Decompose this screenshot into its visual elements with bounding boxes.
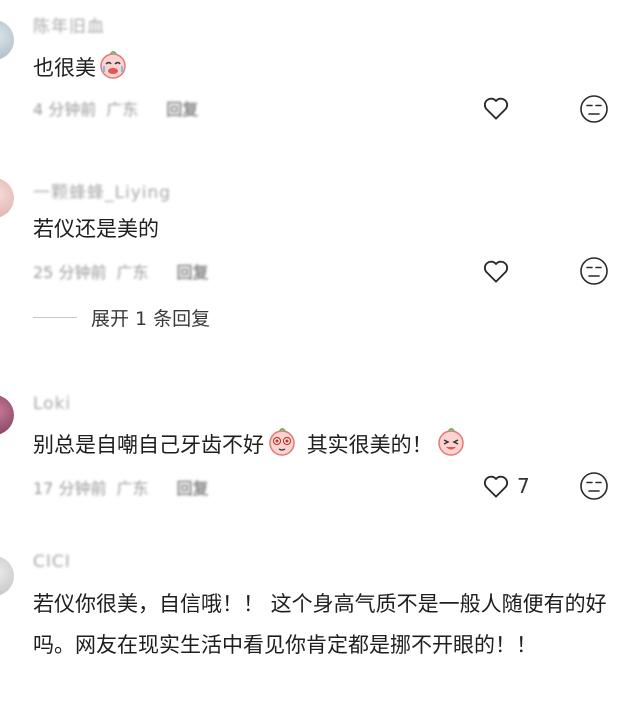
comment-text: 也很美 xyxy=(33,50,130,88)
neutral-face-icon xyxy=(580,95,608,123)
heart-outline-icon xyxy=(483,475,509,498)
comment-text: 若仪还是美的 xyxy=(33,217,159,241)
comment-username[interactable]: 一颗蜂蜂_Liying xyxy=(33,178,171,203)
divider xyxy=(33,317,77,318)
comment-time: 4 分钟前 xyxy=(33,100,97,119)
heart-outline-icon xyxy=(483,260,509,283)
neutral-face-icon xyxy=(580,472,608,500)
like-button[interactable] xyxy=(481,256,511,286)
reply-link[interactable]: 回复 xyxy=(176,475,208,499)
dislike-button[interactable] xyxy=(578,93,610,125)
laughing-emoji-icon xyxy=(435,426,467,466)
avatar[interactable] xyxy=(0,395,14,435)
comment-location: 广东 xyxy=(106,100,139,119)
crying-laugh-emoji-icon xyxy=(98,50,128,88)
comment-time: 17 分钟前 xyxy=(33,479,107,498)
like-count: 7 xyxy=(517,474,530,498)
comment-location: 广东 xyxy=(116,479,149,498)
comment-time: 25 分钟前 xyxy=(33,263,107,282)
avatar[interactable] xyxy=(0,556,14,596)
like-button[interactable]: 7 xyxy=(481,471,530,501)
reply-link[interactable]: 回复 xyxy=(176,259,208,283)
comment-username[interactable]: Loki xyxy=(33,394,71,414)
comment-text: 若仪你很美，自信哦！！ 这个身高气质不是一般人随便有的好吗。网友在现实生活中看见… xyxy=(33,592,607,657)
neutral-face-icon xyxy=(580,257,608,285)
comment-meta: 17 分钟前 广东 回复 xyxy=(33,475,208,499)
comment-location: 广东 xyxy=(116,263,149,282)
comment-meta: 4 分钟前 广东 回复 xyxy=(33,96,198,120)
dislike-button[interactable] xyxy=(578,470,610,502)
comment-text-content: 也很美 xyxy=(33,56,96,80)
comment-meta: 25 分钟前 广东 回复 xyxy=(33,259,208,283)
dislike-button[interactable] xyxy=(578,255,610,287)
like-button[interactable] xyxy=(481,93,511,123)
reply-link[interactable]: 回复 xyxy=(166,96,198,120)
teary-face-emoji-icon xyxy=(266,426,298,466)
expand-replies-button[interactable]: 展开 1 条回复 xyxy=(33,304,210,331)
comment-text-part2: 其实很美的！ xyxy=(306,433,433,457)
expand-replies-label: 展开 1 条回复 xyxy=(91,308,211,330)
comment-text: 别总是自嘲自己牙齿不好 其实很美的！ xyxy=(33,426,469,466)
comment-username[interactable]: CICI xyxy=(33,552,71,572)
comment-text-part1: 别总是自嘲自己牙齿不好 xyxy=(33,433,264,457)
avatar[interactable] xyxy=(0,178,14,218)
comment-username[interactable]: 陈年旧血 xyxy=(33,12,105,37)
heart-outline-icon xyxy=(483,97,509,120)
avatar[interactable] xyxy=(0,20,14,60)
